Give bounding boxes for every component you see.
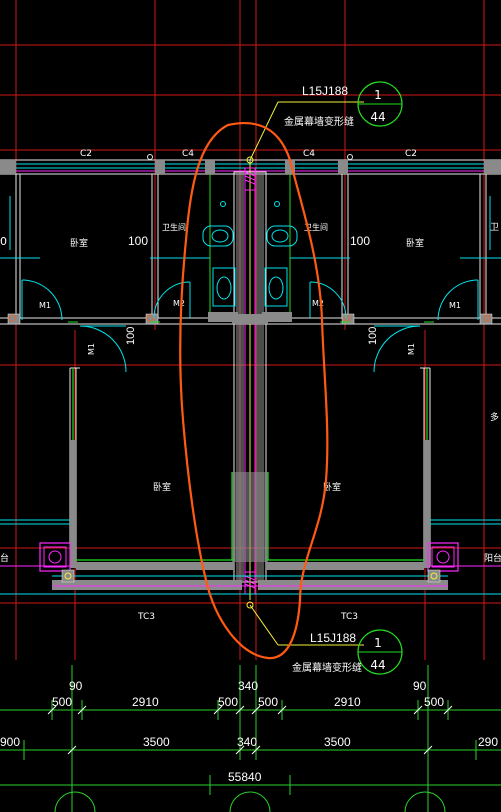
top-callout-number: 1 [374, 88, 382, 102]
dim-row1-0: 90 [69, 679, 83, 693]
top-callout-label: 金属幕墙变形缝 [284, 115, 354, 128]
top-callout-ref: L15J188 [302, 84, 348, 98]
grid-marker [147, 154, 153, 160]
window-label-c2-left: C2 [80, 149, 92, 159]
window-label-c2-right: C2 [405, 149, 417, 159]
bottom-callout-ref: L15J188 [310, 631, 356, 645]
dim-row2-4: 2910 [334, 695, 361, 709]
room-label-bedroom-ml: 卧室 [153, 481, 171, 493]
door-label-m1-left: M1 [39, 301, 51, 310]
dim-row3-4: 290 [478, 735, 498, 749]
door-label-m1-vert-left: M1 [87, 343, 96, 355]
dim-100-right: 100 [350, 234, 370, 248]
dim-row3-2: 340 [237, 735, 257, 749]
room-label-edge-mr: 多 [490, 411, 499, 423]
door-label-m1-right: M1 [449, 301, 461, 310]
dim-row2-5: 500 [424, 695, 444, 709]
bottom-callout-number: 1 [374, 636, 382, 650]
top-callout-sheet: 44 [370, 110, 385, 124]
dim-row2-3: 500 [258, 695, 278, 709]
dim-total: 55840 [228, 770, 262, 784]
bottom-callout-sheet: 44 [370, 658, 385, 672]
room-label-balcony-r: 阳台 [484, 552, 501, 564]
room-label-bath-left: 卫生间 [162, 222, 186, 232]
window-label-c4-left: C4 [182, 149, 194, 159]
room-label-edge-tr: 卫 [490, 223, 499, 233]
cad-floor-plan: L15J188 1 44 金属幕墙变形缝 L15J188 1 44 金属幕墙变形… [0, 0, 501, 812]
dim-row3-1: 3500 [143, 735, 170, 749]
room-label-edge-tl: 0 [0, 235, 7, 248]
dim-row3-3: 3500 [324, 735, 351, 749]
window-label-tc3-right: TC3 [340, 612, 358, 622]
dim-row3-0: 900 [0, 735, 20, 749]
dim-row1-2: 90 [413, 679, 427, 693]
bottom-callout-label: 金属幕墙变形缝 [292, 661, 362, 674]
dim-100-vert-right: 100 [367, 327, 379, 345]
dim-100-vert-left: 100 [125, 327, 137, 345]
room-label-bedroom-tr: 卧室 [406, 237, 424, 249]
door-label-m2-left: M2 [173, 299, 185, 308]
dim-row1-1: 340 [238, 679, 258, 693]
dim-row2-2: 500 [218, 695, 238, 709]
window-label-c4-right: C4 [303, 149, 315, 159]
markup-cloud [179, 121, 329, 660]
door-label-m1-vert-right: M1 [407, 343, 416, 355]
grid-marker [347, 154, 353, 160]
window-label-tc3-left: TC3 [137, 612, 155, 622]
dim-100-left: 100 [128, 234, 148, 248]
dim-row2-0: 500 [52, 695, 72, 709]
dim-row2-1: 2910 [132, 695, 159, 709]
room-label-bedroom-tl: 卧室 [70, 237, 88, 249]
room-label-balcony-l: 台 [0, 552, 9, 564]
